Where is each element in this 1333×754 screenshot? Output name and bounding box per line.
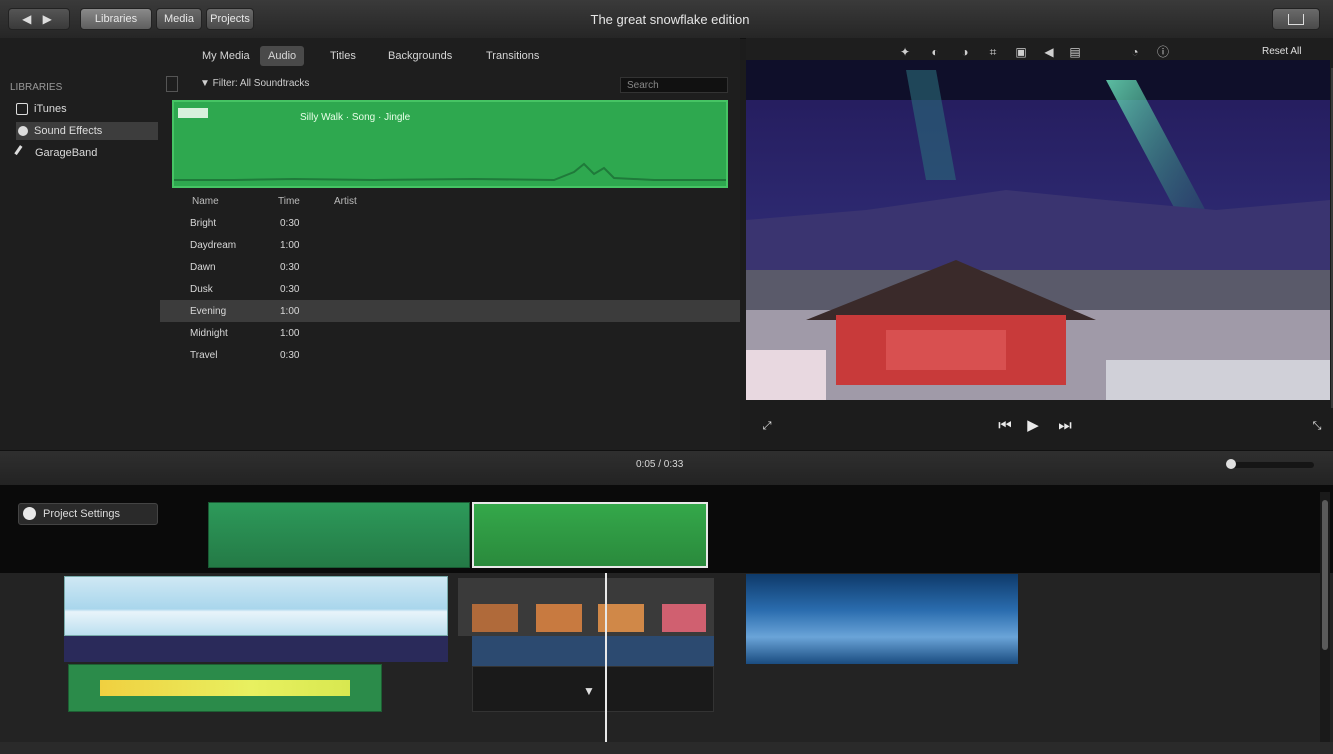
libraries-button[interactable]: Libraries xyxy=(80,8,152,30)
clip-badge xyxy=(178,108,208,118)
zoom-slider-knob[interactable] xyxy=(1226,459,1236,469)
table-row[interactable] xyxy=(160,278,740,300)
video-clip[interactable] xyxy=(64,576,448,636)
sidebar-item-label: GarageBand xyxy=(35,147,98,159)
play-icon[interactable]: ▶ xyxy=(1022,416,1044,436)
fullscreen-icon[interactable]: ⤢ xyxy=(756,416,778,436)
column-header-artist[interactable]: Artist xyxy=(334,196,357,207)
skip-back-icon[interactable]: ⏮ xyxy=(994,416,1016,436)
crop-icon[interactable]: ⌗ xyxy=(984,44,1002,60)
gear-icon xyxy=(23,507,36,520)
music-note-icon xyxy=(16,103,28,116)
clip-audio-waveform xyxy=(64,636,448,662)
table-row[interactable] xyxy=(160,344,740,366)
video-preview xyxy=(746,60,1330,408)
table-row[interactable] xyxy=(160,212,740,234)
share-icon xyxy=(1288,14,1304,25)
horizontal-scrollbar[interactable] xyxy=(0,742,1333,754)
tab-audio[interactable]: Audio xyxy=(260,46,305,66)
info-icon[interactable]: ⓘ xyxy=(1154,44,1172,60)
row-time: 0:30 xyxy=(280,218,300,229)
expand-icon[interactable]: ⤡ xyxy=(1306,416,1328,436)
reset-all-button[interactable]: Reset All xyxy=(1262,46,1301,57)
row-name: Travel xyxy=(190,350,218,361)
zoom-slider[interactable] xyxy=(1230,462,1314,468)
transition-icon[interactable]: ▼ xyxy=(580,684,598,698)
color-balance-icon[interactable]: ◐ xyxy=(926,44,944,60)
magic-wand-icon[interactable]: ✦ xyxy=(896,44,914,60)
tab-backgrounds[interactable]: Backgrounds xyxy=(380,46,460,66)
filter-dropdown[interactable]: ▼ Filter: All Soundtracks xyxy=(200,78,309,89)
media-button[interactable]: Media xyxy=(156,8,202,30)
speaker-icon xyxy=(18,126,28,137)
timecode-readout: 0:05 / 0:33 xyxy=(636,459,684,470)
sidebar-item-sound-effects[interactable]: Sound Effects xyxy=(16,122,158,140)
guitar-icon xyxy=(14,145,31,161)
noise-reduction-icon[interactable]: ▤ xyxy=(1066,44,1084,60)
clip-audio-waveform xyxy=(472,636,714,666)
background-music-clip[interactable] xyxy=(208,502,470,568)
sidebar-item-itunes[interactable]: iTunes xyxy=(16,100,67,118)
sidebar-item-label: Sound Effects xyxy=(34,125,103,137)
table-row[interactable] xyxy=(160,256,740,278)
tab-my-media[interactable]: My Media xyxy=(194,46,258,66)
table-row[interactable] xyxy=(160,322,740,344)
projects-button[interactable]: Projects xyxy=(206,8,254,30)
color-correction-icon[interactable]: ◑ xyxy=(956,44,974,60)
row-time: 1:00 xyxy=(280,306,300,317)
background-music-clip-selected[interactable] xyxy=(472,502,708,568)
skip-forward-icon[interactable]: ⏭ xyxy=(1054,416,1076,436)
back-forward-buttons[interactable]: ◀ ▶ xyxy=(8,8,70,30)
table-row-selected[interactable] xyxy=(160,300,740,322)
row-time: 0:30 xyxy=(280,262,300,273)
row-time: 1:00 xyxy=(280,328,300,339)
search-input[interactable]: Search xyxy=(620,77,728,93)
video-clip[interactable] xyxy=(746,574,1018,664)
tab-transitions[interactable]: Transitions xyxy=(478,46,547,66)
collapse-sidebar-icon[interactable] xyxy=(166,76,178,92)
playhead[interactable] xyxy=(605,573,607,749)
column-header-name[interactable]: Name xyxy=(192,196,219,207)
project-settings-button[interactable]: Project Settings xyxy=(18,503,158,525)
row-name: Bright xyxy=(190,218,217,229)
row-name: Midnight xyxy=(190,328,228,339)
clip-title: Silly Walk · Song · Jingle xyxy=(300,112,411,123)
audio-level-bar xyxy=(100,680,350,696)
share-button[interactable] xyxy=(1272,8,1320,30)
scrollbar-thumb[interactable] xyxy=(1322,500,1328,650)
row-name: Evening xyxy=(190,306,227,317)
waveform xyxy=(174,162,726,182)
tab-titles[interactable]: Titles xyxy=(322,46,364,66)
stabilization-icon[interactable]: ▣ xyxy=(1012,44,1030,60)
library-header: LIBRARIES xyxy=(10,82,63,93)
row-time: 0:30 xyxy=(280,350,300,361)
volume-icon[interactable]: ◀ xyxy=(1040,44,1058,60)
row-name: Dusk xyxy=(190,284,213,295)
video-clip[interactable] xyxy=(458,578,714,636)
sidebar-item-label: iTunes xyxy=(34,103,67,115)
speed-icon[interactable]: ◔ xyxy=(1126,44,1144,60)
row-name: Daydream xyxy=(190,240,237,251)
row-time: 0:30 xyxy=(280,284,300,295)
column-header-time[interactable]: Time xyxy=(278,196,300,207)
table-row[interactable] xyxy=(160,234,740,256)
window-title: The great snowflake edition xyxy=(590,12,750,27)
clip-thumbnails xyxy=(472,604,706,632)
row-name: Dawn xyxy=(190,262,216,273)
sidebar-item-garageband[interactable]: GarageBand xyxy=(14,144,98,162)
row-time: 1:00 xyxy=(280,240,300,251)
